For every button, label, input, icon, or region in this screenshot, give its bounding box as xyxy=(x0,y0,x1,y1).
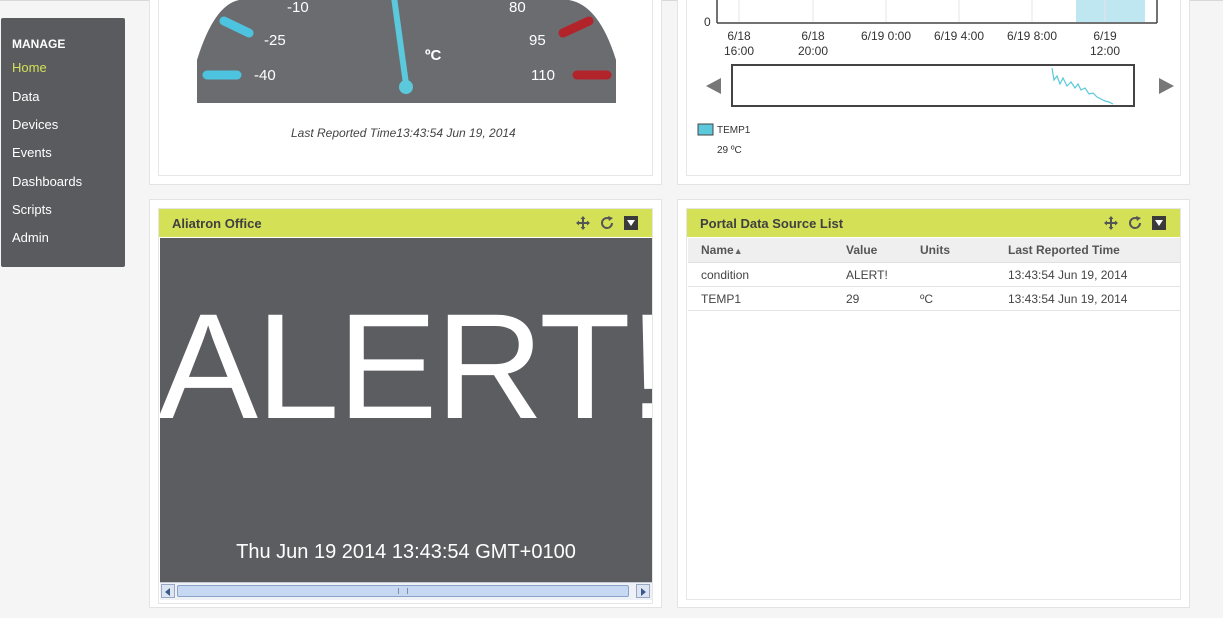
gauge-label-110: 110 xyxy=(531,67,555,84)
column-header-last-reported[interactable]: Last Reported Time xyxy=(1008,238,1180,263)
chart-widget: 0 6/18 16:00 6/18 20:00 6/19 0:00 6/19 4… xyxy=(686,0,1181,176)
sidebar-item-dashboards[interactable]: Dashboards xyxy=(12,174,82,189)
dropdown-menu-icon[interactable] xyxy=(1151,215,1167,231)
chart-selection-area xyxy=(1076,0,1145,22)
sort-asc-icon: ▲ xyxy=(733,246,743,256)
column-header-name[interactable]: Name▲ xyxy=(688,238,846,263)
alert-widget: Aliatron Office ALERT! Thu Jun 19 2014 1… xyxy=(158,208,653,604)
data-source-table: Name▲ Value Units Last Reported Time con… xyxy=(688,238,1180,311)
gauge-needle-hub xyxy=(399,80,413,94)
gauge-label-minus10: -10 xyxy=(287,0,309,16)
table-row[interactable]: TEMP1 29 ºC 13:43:54 Jun 19, 2014 xyxy=(688,286,1180,311)
sidebar-item-events[interactable]: Events xyxy=(12,145,52,160)
gauge-widget: -40 -25 -10 80 95 110 ºC Last Reported T… xyxy=(158,0,653,176)
refresh-icon[interactable] xyxy=(599,215,615,231)
alert-display: ALERT! Thu Jun 19 2014 13:43:54 GMT+0100 xyxy=(160,238,652,582)
table-row[interactable]: condition ALERT! 13:43:54 Jun 19, 2014 xyxy=(688,262,1180,287)
sidebar-item-devices[interactable]: Devices xyxy=(12,117,58,132)
gauge-label-minus40: -40 xyxy=(254,67,276,84)
move-icon[interactable] xyxy=(1103,215,1119,231)
legend-value-temp1: 29 ºC xyxy=(717,145,742,156)
chart-x-tick-1-time: 16:00 xyxy=(724,44,754,58)
chart-widget-outer: 0 6/18 16:00 6/18 20:00 6/19 0:00 6/19 4… xyxy=(677,0,1190,185)
sidebar-item-home[interactable]: Home xyxy=(12,60,47,75)
gauge-label-80: 80 xyxy=(509,0,526,16)
scrollbar-grip xyxy=(398,588,408,594)
gauge-label-95: 95 xyxy=(529,32,546,49)
scroll-right-arrow-icon xyxy=(641,588,646,596)
gauge-label-minus25: -25 xyxy=(264,32,286,49)
cell-time: 13:43:54 Jun 19, 2014 xyxy=(1008,262,1180,287)
chart-scroll-right-icon[interactable] xyxy=(1159,78,1174,94)
cell-units: ºC xyxy=(920,286,1008,311)
chart-x-tick-4: 6/19 4:00 xyxy=(934,29,984,43)
scrollbar-thumb[interactable] xyxy=(177,585,629,597)
chart-x-tick-2-time: 20:00 xyxy=(798,44,828,58)
sidebar-nav: MANAGE Home Data Devices Events Dashboar… xyxy=(1,18,125,267)
gauge-last-reported: Last Reported Time13:43:54 Jun 19, 2014 xyxy=(291,126,516,140)
sidebar-heading: MANAGE xyxy=(12,37,66,51)
legend-swatch-temp1[interactable] xyxy=(697,123,714,136)
chart-y-tick-0: 0 xyxy=(704,15,711,29)
scroll-right-button[interactable] xyxy=(636,584,650,598)
cell-name: TEMP1 xyxy=(688,286,846,311)
cell-time: 13:43:54 Jun 19, 2014 xyxy=(1008,286,1180,311)
data-list-widget-outer: Portal Data Source List Name▲ Value Unit… xyxy=(677,199,1190,608)
alert-widget-outer: Aliatron Office ALERT! Thu Jun 19 2014 1… xyxy=(149,199,662,608)
column-header-units[interactable]: Units xyxy=(920,238,1008,263)
chart-x-tick-2: 6/18 xyxy=(801,29,825,43)
temperature-gauge: -40 -25 -10 80 95 110 ºC xyxy=(197,0,616,103)
alert-widget-title: Aliatron Office xyxy=(172,216,262,231)
cell-value: ALERT! xyxy=(846,262,920,287)
alert-message: ALERT! xyxy=(160,282,652,450)
temperature-chart: 0 6/18 16:00 6/18 20:00 6/19 0:00 6/19 4… xyxy=(697,0,1174,156)
cell-name: condition xyxy=(688,262,846,287)
column-header-name-label: Name xyxy=(701,243,734,257)
scroll-left-button[interactable] xyxy=(161,584,175,598)
gauge-widget-outer: -40 -25 -10 80 95 110 ºC Last Reported T… xyxy=(149,0,662,185)
chart-navigator[interactable] xyxy=(731,64,1135,107)
table-header-row: Name▲ Value Units Last Reported Time xyxy=(688,238,1180,263)
scroll-left-arrow-icon xyxy=(165,588,170,596)
cell-value: 29 xyxy=(846,286,920,311)
gauge-unit: ºC xyxy=(425,47,441,64)
sidebar-item-admin[interactable]: Admin xyxy=(12,230,49,245)
data-list-header: Portal Data Source List xyxy=(687,209,1180,237)
chart-x-tick-5: 6/19 8:00 xyxy=(1007,29,1057,43)
refresh-icon[interactable] xyxy=(1127,215,1143,231)
chart-x-tick-6: 6/19 xyxy=(1093,29,1117,43)
dropdown-menu-icon[interactable] xyxy=(623,215,639,231)
legend-label-temp1[interactable]: TEMP1 xyxy=(717,125,751,136)
data-list-widget: Portal Data Source List Name▲ Value Unit… xyxy=(686,208,1181,600)
sidebar-item-scripts[interactable]: Scripts xyxy=(12,202,52,217)
chart-x-tick-6-time: 12:00 xyxy=(1090,44,1120,58)
chart-x-tick-3: 6/19 0:00 xyxy=(861,29,911,43)
horizontal-scrollbar[interactable] xyxy=(160,582,652,600)
chart-x-tick-1: 6/18 xyxy=(727,29,751,43)
sidebar-item-data[interactable]: Data xyxy=(12,89,39,104)
alert-widget-header: Aliatron Office xyxy=(159,209,652,237)
data-list-title: Portal Data Source List xyxy=(700,216,844,231)
cell-units xyxy=(920,262,1008,287)
alert-timestamp: Thu Jun 19 2014 13:43:54 GMT+0100 xyxy=(236,541,576,563)
move-icon[interactable] xyxy=(575,215,591,231)
column-header-value[interactable]: Value xyxy=(846,238,920,263)
chart-gridlines xyxy=(738,0,1106,22)
chart-scroll-left-icon[interactable] xyxy=(706,78,721,94)
